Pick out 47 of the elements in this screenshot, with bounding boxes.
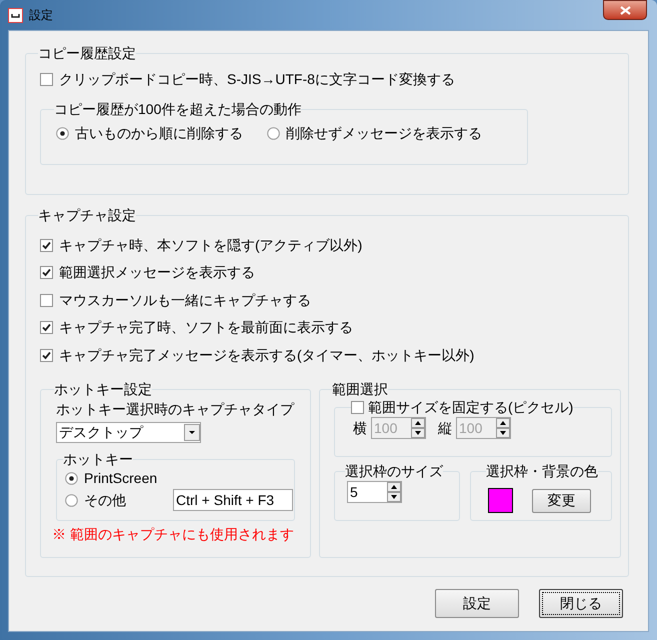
group-title: 範囲選択 (332, 381, 388, 397)
group-title: ホットキー設定 (54, 381, 152, 397)
field-label: 縦 (438, 418, 452, 438)
checkbox[interactable] (351, 400, 364, 414)
group-title: 範囲サイズを固定する(ピクセル) (368, 399, 574, 415)
app-icon (8, 8, 23, 22)
input-field[interactable]: Ctrl + Shift + F3 (173, 489, 293, 511)
spin-field[interactable]: 5 (347, 481, 402, 503)
group-title: コピー履歴設定 (38, 45, 136, 61)
group-title: キャプチャ設定 (38, 207, 136, 223)
dialog-button[interactable]: 設定 (435, 589, 519, 618)
spin-arrows-icon[interactable] (387, 482, 401, 502)
checkbox[interactable] (40, 348, 53, 362)
field-label: ホットキー選択時のキャプチャタイプ (56, 400, 296, 419)
change-button[interactable]: 変更 (532, 488, 591, 512)
checkbox[interactable] (40, 321, 53, 334)
radio-button[interactable] (65, 494, 78, 506)
checkbox-label: キャプチャ完了時、ソフトを最前面に表示する (59, 318, 353, 337)
radio-label: PrintScreen (84, 468, 158, 488)
radio-button[interactable] (56, 127, 69, 140)
checkbox[interactable] (40, 72, 53, 86)
close-icon (620, 6, 630, 14)
dialog-button[interactable]: 閉じる (539, 589, 623, 618)
radio-button[interactable] (267, 127, 280, 140)
checkbox[interactable] (40, 294, 53, 306)
checkbox[interactable] (40, 266, 53, 279)
radio-label: その他 (84, 490, 127, 510)
checkbox-label: 範囲選択メッセージを表示する (59, 263, 255, 282)
radio-label: 削除せずメッセージを表示する (286, 124, 482, 143)
checkbox-label: マウスカーソルも一緒にキャプチャする (59, 290, 311, 310)
group-title: コピー履歴が100件を超えた場合の動作 (54, 101, 302, 117)
note-text: ※ 範囲のキャプチャにも使用されます (52, 525, 295, 543)
window-title: 設定 (29, 7, 53, 24)
field-label: 横 (353, 418, 367, 438)
group-title: 選択枠・背景の色 (486, 463, 598, 479)
radio-button[interactable] (65, 472, 78, 484)
spin-arrows-icon[interactable] (411, 418, 425, 438)
group-title: 選択枠のサイズ (345, 463, 443, 479)
checkbox-label: キャプチャ時、本ソフトを隠す(アクティブ以外) (59, 236, 362, 255)
dropdown[interactable]: デスクトップ (56, 422, 201, 443)
checkbox-label: クリップボードコピー時、S-JIS→UTF-8に文字コード変換する (59, 70, 455, 88)
checkbox[interactable] (40, 238, 53, 252)
checkbox-label: キャプチャ完了メッセージを表示する(タイマー、ホットキー以外) (59, 346, 474, 365)
spin-arrows-icon[interactable] (496, 418, 510, 438)
radio-label: 古いものから順に削除する (75, 124, 243, 143)
group-title: ホットキー (63, 451, 133, 467)
close-button[interactable] (603, 0, 647, 20)
